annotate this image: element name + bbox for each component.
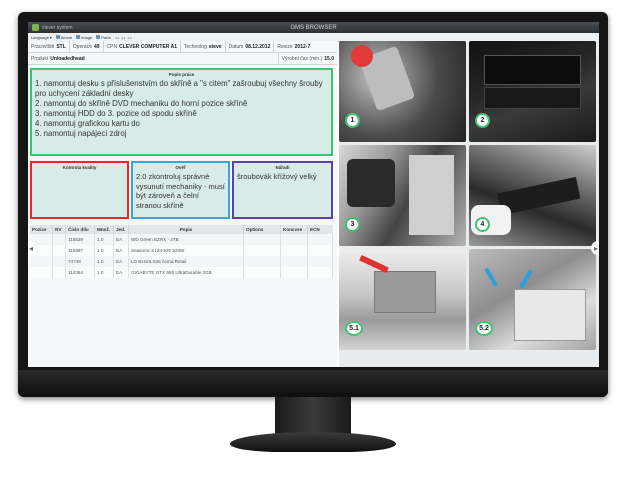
monitor-stand-neck bbox=[275, 397, 351, 437]
col-cislo-dilu[interactable]: Číslo dílu bbox=[65, 225, 95, 234]
window-title: GMS BROWSER bbox=[290, 24, 337, 31]
psu-shape bbox=[374, 271, 436, 313]
monitor-stand-base bbox=[230, 432, 396, 452]
col-mnozstvi[interactable]: Množ. bbox=[94, 225, 114, 234]
next-arrow-icon[interactable]: ▸ bbox=[591, 241, 599, 255]
tools-header: Nářadí bbox=[275, 165, 290, 170]
drive-bay-shape bbox=[484, 55, 581, 85]
table-row[interactable]: 115539 1.0 EA WD Green EZRX - 3TB bbox=[30, 234, 333, 245]
above-icon bbox=[55, 35, 60, 39]
assembly-photo-3[interactable]: 3 bbox=[339, 145, 466, 246]
parts-table: Pozice NV Číslo dílu Množ. Jed. Popis Op… bbox=[30, 225, 333, 278]
monitor-chin bbox=[18, 370, 608, 397]
step-badge: 3 bbox=[345, 217, 360, 232]
window-titlebar: clever system GMS BROWSER bbox=[28, 22, 599, 33]
col-koncvse[interactable]: Koncvse bbox=[280, 225, 308, 234]
arrow-marker bbox=[519, 269, 533, 289]
assembly-photo-5-2[interactable]: 5.2 bbox=[469, 249, 596, 350]
toolbar-image[interactable]: Image bbox=[76, 35, 92, 40]
verify-header: Ověř bbox=[175, 165, 186, 170]
instruction-panel: Pracoviště STL Operace 49 CPN CLEVER COMPUT… bbox=[28, 41, 337, 367]
toolbar-language[interactable]: Language ▾ bbox=[31, 35, 52, 40]
glove-shape bbox=[351, 45, 373, 67]
col-pozice[interactable]: Pozice bbox=[30, 225, 53, 234]
table-row[interactable]: 114364 1.0 EA GIGABYTE GTX 660 UltraDurable… bbox=[30, 267, 333, 278]
col-options[interactable]: Options bbox=[243, 225, 281, 234]
info-cpn: CPN CLEVER COMPUTER A1 bbox=[104, 41, 181, 52]
info-pracoviste: Pracoviště STL bbox=[28, 41, 70, 52]
step-badge: 5.1 bbox=[345, 321, 363, 336]
assembly-photo-5-1[interactable]: 5.1 bbox=[339, 249, 466, 350]
table-row[interactable]: 74748 1.0 EA LG BH10LS38 černá Retail bbox=[30, 256, 333, 267]
verify-box: Ověř 2.0 zkontroluj správné vysunutí mec… bbox=[131, 161, 230, 219]
info-row-header: Pracoviště STL Operace 49 CPN CLEVER COMPUT… bbox=[28, 41, 337, 53]
parts-table-header-row: Pozice NV Číslo dílu Množ. Jed. Popis Op… bbox=[30, 225, 333, 234]
work-description-text: 1. namontuj desku s příslušenstvím do sk… bbox=[35, 79, 323, 138]
step-badge: 5.2 bbox=[475, 321, 493, 336]
io-panel-shape bbox=[514, 289, 586, 341]
verify-text: 2.0 zkontroluj správné vysunutí mechanik… bbox=[136, 172, 225, 210]
info-row-product: Produkt Unloadedhead Výrobní čas (min.) 15… bbox=[28, 53, 337, 65]
drive-bay-shape bbox=[484, 87, 581, 109]
toolbar-above[interactable]: Above bbox=[55, 35, 72, 40]
parts-table-wrap: Pozice NV Číslo dílu Množ. Jed. Popis Op… bbox=[30, 225, 333, 278]
work-description-box: Popis práce 1. namontuj desku s přísluše… bbox=[30, 68, 333, 156]
case-shape bbox=[409, 155, 454, 235]
step-badge: 2 bbox=[475, 113, 490, 128]
quality-control-header: Kontrola kvality bbox=[62, 165, 97, 170]
image-icon bbox=[76, 35, 81, 39]
tools-box: Nářadí šroubovák křížový velký bbox=[232, 161, 333, 219]
quality-control-box: Kontrola kvality bbox=[30, 161, 129, 219]
step-badge: 4 bbox=[475, 217, 490, 232]
monitor-screen: clever system GMS BROWSER Language ▾ Abov… bbox=[28, 22, 599, 367]
info-operace: Operace 49 bbox=[70, 41, 104, 52]
tools-text: šroubovák křížový velký bbox=[237, 172, 317, 181]
table-row[interactable]: 116967 1.0 EA Seasonic S12II-520 520W bbox=[30, 245, 333, 256]
col-popis[interactable]: Popis bbox=[128, 225, 244, 234]
parts-icon bbox=[96, 35, 101, 39]
info-datum: Datum 08.12.2012 bbox=[226, 41, 275, 52]
info-technolog: Technolog steve bbox=[181, 41, 226, 52]
quality-control-text bbox=[32, 170, 127, 172]
info-produkt: Produkt Unloadedhead bbox=[31, 55, 85, 62]
col-nv[interactable]: NV bbox=[52, 225, 66, 234]
photo-gallery: 1 2 3 4 5.1 5.2 ▸ bbox=[339, 41, 599, 367]
step-badge: 1 bbox=[345, 113, 360, 128]
toolbar-nav-buttons[interactable]: ◂ ▸ ◂ ▸ ◂ ▸ bbox=[115, 35, 133, 40]
assembly-photo-4[interactable]: 4 bbox=[469, 145, 596, 246]
toolbar-parts[interactable]: Parts bbox=[96, 35, 111, 40]
fan-shape bbox=[347, 159, 395, 207]
assembly-photo-2[interactable]: 2 bbox=[469, 41, 596, 142]
info-revize: Revize 2012-7 bbox=[277, 43, 311, 50]
main-content: Pracoviště STL Operace 49 CPN CLEVER COMPUT… bbox=[28, 41, 599, 367]
info-cas: Výrobní čas (min.) 15.0 bbox=[277, 53, 337, 64]
col-jednotka[interactable]: Jed. bbox=[113, 225, 129, 234]
arrow-marker bbox=[484, 267, 498, 287]
work-description-header: Popis práce bbox=[168, 72, 195, 77]
assembly-photo-1[interactable]: 1 bbox=[339, 41, 466, 142]
col-ecn[interactable]: ECN bbox=[307, 225, 333, 234]
